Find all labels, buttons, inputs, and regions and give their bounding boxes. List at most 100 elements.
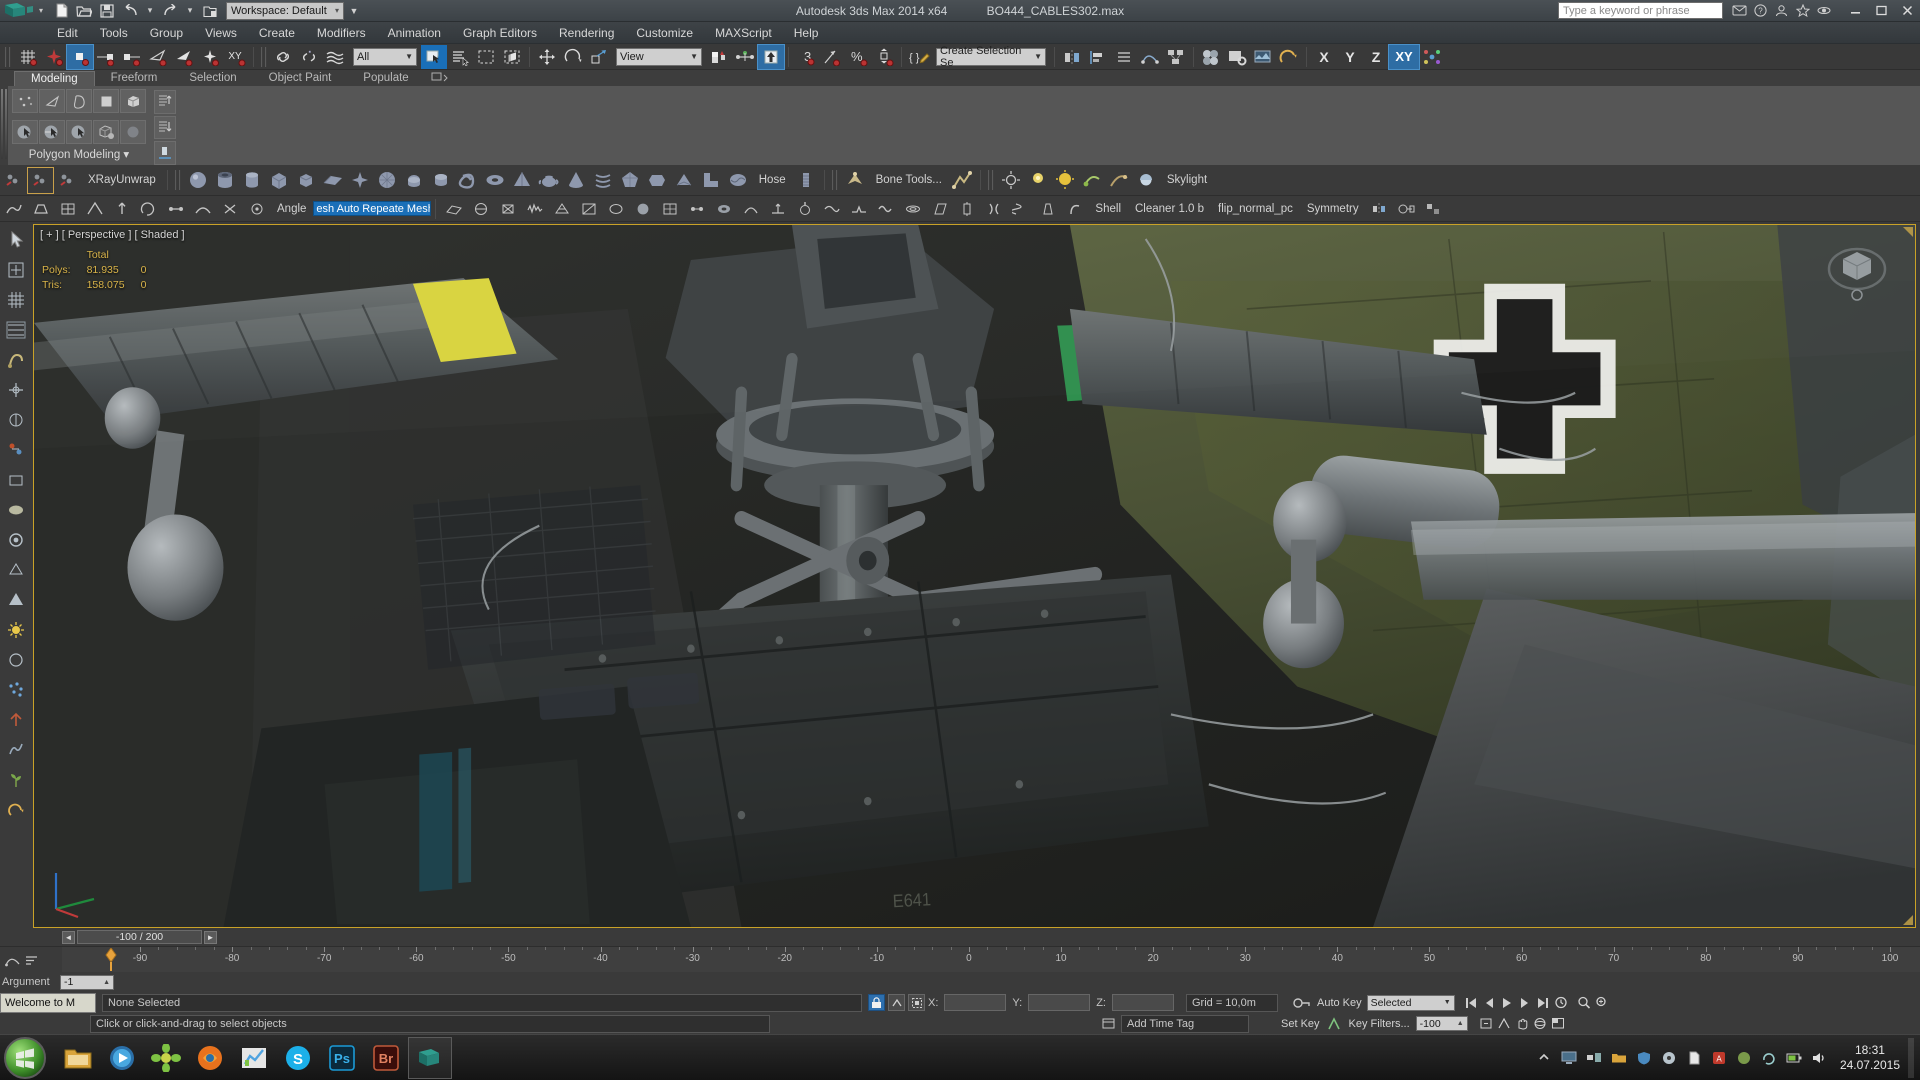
key-mode-toggle-icon[interactable] — [1290, 993, 1312, 1013]
subdivide-icon[interactable] — [656, 195, 683, 222]
ribbon-tab-populate[interactable]: Populate — [347, 71, 424, 86]
time-configuration-icon[interactable] — [1553, 994, 1570, 1011]
wave-icon[interactable] — [872, 195, 899, 222]
constraint-icon[interactable] — [154, 141, 176, 166]
tube-icon[interactable] — [212, 167, 239, 194]
push-icon[interactable] — [791, 195, 818, 222]
redo-dropdown-icon[interactable]: ▾ — [182, 1, 198, 21]
xray-face-icon[interactable] — [54, 167, 81, 194]
use-pivot-point-center-icon[interactable] — [706, 45, 732, 69]
axis-x-constraint-icon[interactable]: X — [1311, 45, 1337, 69]
named-selection-sets-combo[interactable]: Create Selection Se ▼ — [936, 45, 1046, 69]
unlink-selection-icon[interactable] — [297, 45, 323, 69]
torus-icon[interactable] — [482, 167, 509, 194]
bone-tools-button[interactable]: Bone Tools... — [869, 168, 949, 192]
taskbar-photo-viewer[interactable] — [144, 1037, 188, 1079]
vertex-icon[interactable] — [12, 89, 38, 113]
ribbon-tab-selection[interactable]: Selection — [173, 71, 252, 86]
welcome-panel[interactable]: Welcome to M — [0, 992, 96, 1013]
close-button[interactable] — [1894, 1, 1920, 21]
viewport-label[interactable]: [ + ] [ Perspective ] [ Shaded ] — [40, 229, 185, 241]
tray-shield-icon[interactable] — [1634, 1047, 1655, 1068]
xray-mesh-icon[interactable] — [0, 167, 27, 194]
skew-icon[interactable] — [926, 195, 953, 222]
go-to-start-icon[interactable] — [1463, 994, 1480, 1011]
taskbar-bridge[interactable]: Br — [364, 1037, 408, 1079]
border-icon[interactable] — [66, 89, 92, 113]
target-direct-icon[interactable] — [1079, 167, 1106, 194]
mirror-icon[interactable] — [1059, 45, 1085, 69]
bridge-icon[interactable] — [189, 195, 216, 222]
coord-z-field[interactable] — [1111, 994, 1174, 1011]
cone-icon[interactable] — [563, 167, 590, 194]
autodesk-360-icon[interactable] — [1814, 1, 1833, 20]
pyramid-create-icon[interactable] — [2, 585, 29, 615]
key-frame-field[interactable]: -100 ▲ — [1415, 1016, 1468, 1031]
field-of-view-icon[interactable] — [1496, 1015, 1513, 1032]
element-icon[interactable] — [120, 89, 146, 113]
use-nurms-icon[interactable] — [120, 120, 146, 144]
taskbar-3dsmax-running[interactable] — [408, 1036, 452, 1079]
axis-y-constraint-icon[interactable]: Y — [1337, 45, 1363, 69]
percent-snap-icon[interactable]: % — [845, 45, 871, 69]
noise-icon[interactable] — [521, 195, 548, 222]
mesh-inspector-field[interactable]: esh Auto Repeate Mesh Insp — [313, 201, 432, 216]
cylinder-create-icon[interactable] — [2, 525, 29, 555]
taskbar-skype[interactable]: S — [276, 1037, 320, 1079]
workspace-selector[interactable]: Workspace: Default ▾ — [226, 1, 344, 20]
hsds-icon[interactable] — [1420, 195, 1447, 222]
snaps-toggle-icon[interactable] — [15, 45, 41, 69]
menu-modifiers[interactable]: Modifiers — [306, 22, 377, 44]
use-selection-center-icon[interactable] — [732, 45, 758, 69]
toolbar-grip-2[interactable] — [261, 46, 268, 68]
prooptimizer-icon[interactable] — [575, 195, 602, 222]
box-icon[interactable] — [266, 167, 293, 194]
skylight-button[interactable]: Skylight — [1160, 168, 1214, 192]
xray-unwrap-button[interactable]: XRayUnwrap — [81, 168, 163, 192]
polygon-icon[interactable] — [93, 89, 119, 113]
redo-icon[interactable] — [159, 1, 181, 21]
cone-create-icon[interactable] — [2, 555, 29, 585]
chevron-down-icon[interactable]: ▼ — [690, 52, 698, 61]
tray-volume-icon[interactable] — [1809, 1047, 1830, 1068]
save-file-icon[interactable] — [96, 1, 118, 21]
favorites-star-icon[interactable] — [1793, 1, 1812, 20]
liquid-icon[interactable] — [725, 167, 752, 194]
select-and-move-icon[interactable] — [534, 45, 560, 69]
chevron-down-icon[interactable]: ▼ — [1034, 52, 1042, 61]
spinner-snap-toggle-icon[interactable] — [93, 45, 119, 69]
time-key-marker[interactable] — [104, 948, 118, 972]
ribbon-tab-freeform[interactable]: Freeform — [95, 71, 174, 86]
move-down-icon[interactable] — [154, 115, 176, 140]
edged-faces-icon[interactable] — [119, 45, 145, 69]
sphere-create-icon[interactable] — [2, 495, 29, 525]
search-input[interactable]: Type a keyword or phrase — [1558, 2, 1723, 19]
ribbon-tab-object-paint[interactable]: Object Paint — [253, 71, 348, 86]
snap-toggle-icon[interactable] — [2, 345, 29, 375]
spacewarp-icon[interactable] — [2, 735, 29, 765]
time-tag-icon[interactable] — [1100, 1015, 1117, 1032]
bevel-icon[interactable] — [81, 195, 108, 222]
menu-graph-editors[interactable]: Graph Editors — [452, 22, 548, 44]
axis-z-constraint-icon[interactable]: Z — [1363, 45, 1389, 69]
selection-lock-icon[interactable] — [868, 994, 885, 1011]
capsule-icon[interactable] — [401, 167, 428, 194]
previous-frame-icon[interactable] — [1481, 994, 1498, 1011]
zoom-icon[interactable] — [1576, 994, 1593, 1011]
start-button[interactable] — [4, 1036, 46, 1079]
flip-normal-button[interactable]: flip_normal_pc — [1211, 197, 1300, 221]
axis-xy-constraint-icon[interactable]: XY — [1388, 43, 1420, 70]
app-logo-icon[interactable]: ▾ — [0, 0, 46, 22]
go-to-end-icon[interactable] — [1535, 994, 1552, 1011]
ik-chain-icon[interactable] — [949, 167, 976, 194]
view-cube[interactable] — [1821, 239, 1893, 311]
set-key-toggle-icon[interactable] — [1326, 1015, 1343, 1032]
tray-chevron-icon[interactable] — [1534, 1047, 1555, 1068]
select-object-tool-icon[interactable] — [2, 225, 29, 255]
lattice-icon[interactable] — [494, 195, 521, 222]
zoom-all-icon[interactable] — [1594, 994, 1611, 1011]
chevron-down-icon[interactable]: ▾ — [335, 6, 339, 15]
percent-snap-toggle-icon[interactable] — [66, 43, 94, 70]
primitives-grip[interactable] — [174, 169, 182, 191]
manipulate-gizmo-icon[interactable] — [1419, 45, 1445, 69]
